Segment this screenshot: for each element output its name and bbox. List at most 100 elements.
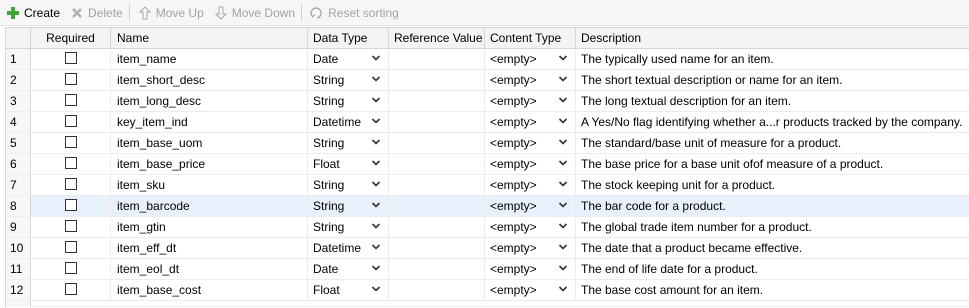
reference-value-cell[interactable] (389, 133, 485, 153)
reference-value-cell[interactable] (389, 70, 485, 90)
move-up-button[interactable]: Move Up (132, 0, 208, 25)
table-row[interactable]: 7 item_sku String <empty> The stock keeping … (6, 175, 969, 196)
content-type-dropdown[interactable]: <empty> (485, 259, 576, 279)
description-cell[interactable]: The base cost amount for an item. (576, 280, 969, 300)
data-type-dropdown[interactable]: Datetime (308, 238, 389, 258)
data-type-dropdown[interactable]: String (308, 196, 389, 216)
create-button[interactable]: Create (0, 0, 64, 25)
name-cell[interactable]: item_eff_dt (111, 238, 308, 258)
header-reference-value[interactable]: Reference Value (389, 28, 485, 48)
required-checkbox[interactable] (64, 220, 77, 233)
content-type-value: <empty> (490, 199, 537, 213)
content-type-dropdown[interactable]: <empty> (485, 91, 576, 111)
content-type-dropdown[interactable]: <empty> (485, 154, 576, 174)
move-down-button[interactable]: Move Down (208, 0, 299, 25)
table-row[interactable]: 9 item_gtin String <empty> The global trade … (6, 217, 969, 238)
required-checkbox[interactable] (64, 283, 77, 296)
table-row[interactable]: 10 item_eff_dt Datetime <empty> The date tha… (6, 238, 969, 259)
required-checkbox[interactable] (64, 136, 77, 149)
delete-button[interactable]: Delete (64, 0, 127, 25)
required-checkbox[interactable] (64, 199, 77, 212)
name-cell[interactable]: item_long_desc (111, 91, 308, 111)
content-type-value: <empty> (490, 52, 537, 66)
required-checkbox[interactable] (64, 241, 77, 254)
data-type-dropdown[interactable]: Date (308, 49, 389, 69)
table-row[interactable]: 3 item_long_desc String <empty> The long tex… (6, 91, 969, 112)
table-row[interactable]: 4 key_item_ind Datetime <empty> A Yes/No fla… (6, 112, 969, 133)
description-cell[interactable]: The typically used name for an item. (576, 49, 969, 69)
description-cell[interactable]: The global trade item number for a produ… (576, 217, 969, 237)
required-checkbox[interactable] (64, 157, 77, 170)
header-name[interactable]: Name (111, 28, 308, 48)
description-cell[interactable]: The end of life date for a product. (576, 259, 969, 279)
data-type-dropdown[interactable]: String (308, 217, 389, 237)
move-up-label: Move Up (155, 5, 204, 20)
data-type-dropdown[interactable]: String (308, 70, 389, 90)
reference-value-cell[interactable] (389, 175, 485, 195)
data-type-dropdown[interactable]: Float (308, 280, 389, 300)
content-type-dropdown[interactable]: <empty> (485, 133, 576, 153)
table-row[interactable]: 8 item_barcode String <empty> The bar code f… (6, 196, 969, 217)
reference-value-cell[interactable] (389, 259, 485, 279)
required-checkbox[interactable] (64, 178, 77, 191)
data-type-value: String (313, 199, 345, 213)
header-description[interactable]: Description (576, 28, 969, 48)
content-type-dropdown[interactable]: <empty> (485, 217, 576, 237)
required-checkbox[interactable] (64, 94, 77, 107)
required-checkbox[interactable] (64, 115, 77, 128)
table-row[interactable]: 11 item_eol_dt Date <empty> The end of life … (6, 259, 969, 280)
description-cell[interactable]: The long textual description for an item… (576, 91, 969, 111)
name-cell[interactable]: item_eol_dt (111, 259, 308, 279)
reference-value-cell[interactable] (389, 217, 485, 237)
content-type-dropdown[interactable]: <empty> (485, 196, 576, 216)
name-cell[interactable]: item_barcode (111, 196, 308, 216)
description-cell[interactable]: The date that a product became effective… (576, 238, 969, 258)
name-cell[interactable]: item_short_desc (111, 70, 308, 90)
description-cell[interactable]: A Yes/No flag identifying whether a...r … (576, 112, 969, 132)
content-type-dropdown[interactable]: <empty> (485, 112, 576, 132)
description-cell[interactable]: The standard/base unit of measure for a … (576, 133, 969, 153)
content-type-dropdown[interactable]: <empty> (485, 175, 576, 195)
table-row[interactable]: 5 item_base_uom String <empty> The standard/… (6, 133, 969, 154)
content-type-dropdown[interactable]: <empty> (485, 70, 576, 90)
data-type-dropdown[interactable]: Date (308, 259, 389, 279)
data-type-dropdown[interactable]: Datetime (308, 112, 389, 132)
name-cell[interactable]: item_name (111, 49, 308, 69)
table-row[interactable]: 12 item_base_cost Float <empty> The base cos… (6, 280, 969, 301)
header-data-type[interactable]: Data Type (308, 28, 389, 48)
content-type-dropdown[interactable]: <empty> (485, 280, 576, 300)
content-type-dropdown[interactable]: <empty> (485, 238, 576, 258)
name-cell[interactable]: item_base_price (111, 154, 308, 174)
required-checkbox[interactable] (64, 73, 77, 86)
content-type-dropdown[interactable]: <empty> (485, 49, 576, 69)
header-required[interactable]: Required (31, 28, 111, 48)
required-checkbox[interactable] (64, 262, 77, 275)
table-row[interactable]: 2 item_short_desc String <empty> The short t… (6, 70, 969, 91)
reference-value-cell[interactable] (389, 49, 485, 69)
description-cell[interactable]: The stock keeping unit for a product. (576, 175, 969, 195)
required-checkbox[interactable] (64, 52, 77, 65)
description-cell[interactable]: The base price for a base unit ofof meas… (576, 154, 969, 174)
name-cell[interactable]: item_sku (111, 175, 308, 195)
reference-value-cell[interactable] (389, 196, 485, 216)
reference-value-cell[interactable] (389, 154, 485, 174)
name-cell[interactable]: item_gtin (111, 217, 308, 237)
header-content-type[interactable]: Content Type (485, 28, 576, 48)
reset-sorting-button[interactable]: Reset sorting (304, 0, 403, 25)
description-cell[interactable]: The bar code for a product. (576, 196, 969, 216)
required-checkbox-cell (31, 259, 111, 279)
reference-value-cell[interactable] (389, 238, 485, 258)
description-cell[interactable]: The short textual description or name fo… (576, 70, 969, 90)
name-cell[interactable]: key_item_ind (111, 112, 308, 132)
name-cell[interactable]: item_base_uom (111, 133, 308, 153)
table-row[interactable]: 6 item_base_price Float <empty> The base pri… (6, 154, 969, 175)
data-type-dropdown[interactable]: String (308, 175, 389, 195)
reference-value-cell[interactable] (389, 112, 485, 132)
table-row[interactable]: 1 item_name Date <empty> The typically used … (6, 49, 969, 70)
reference-value-cell[interactable] (389, 280, 485, 300)
data-type-dropdown[interactable]: Float (308, 154, 389, 174)
name-cell[interactable]: item_base_cost (111, 280, 308, 300)
data-type-dropdown[interactable]: String (308, 91, 389, 111)
data-type-dropdown[interactable]: String (308, 133, 389, 153)
reference-value-cell[interactable] (389, 91, 485, 111)
